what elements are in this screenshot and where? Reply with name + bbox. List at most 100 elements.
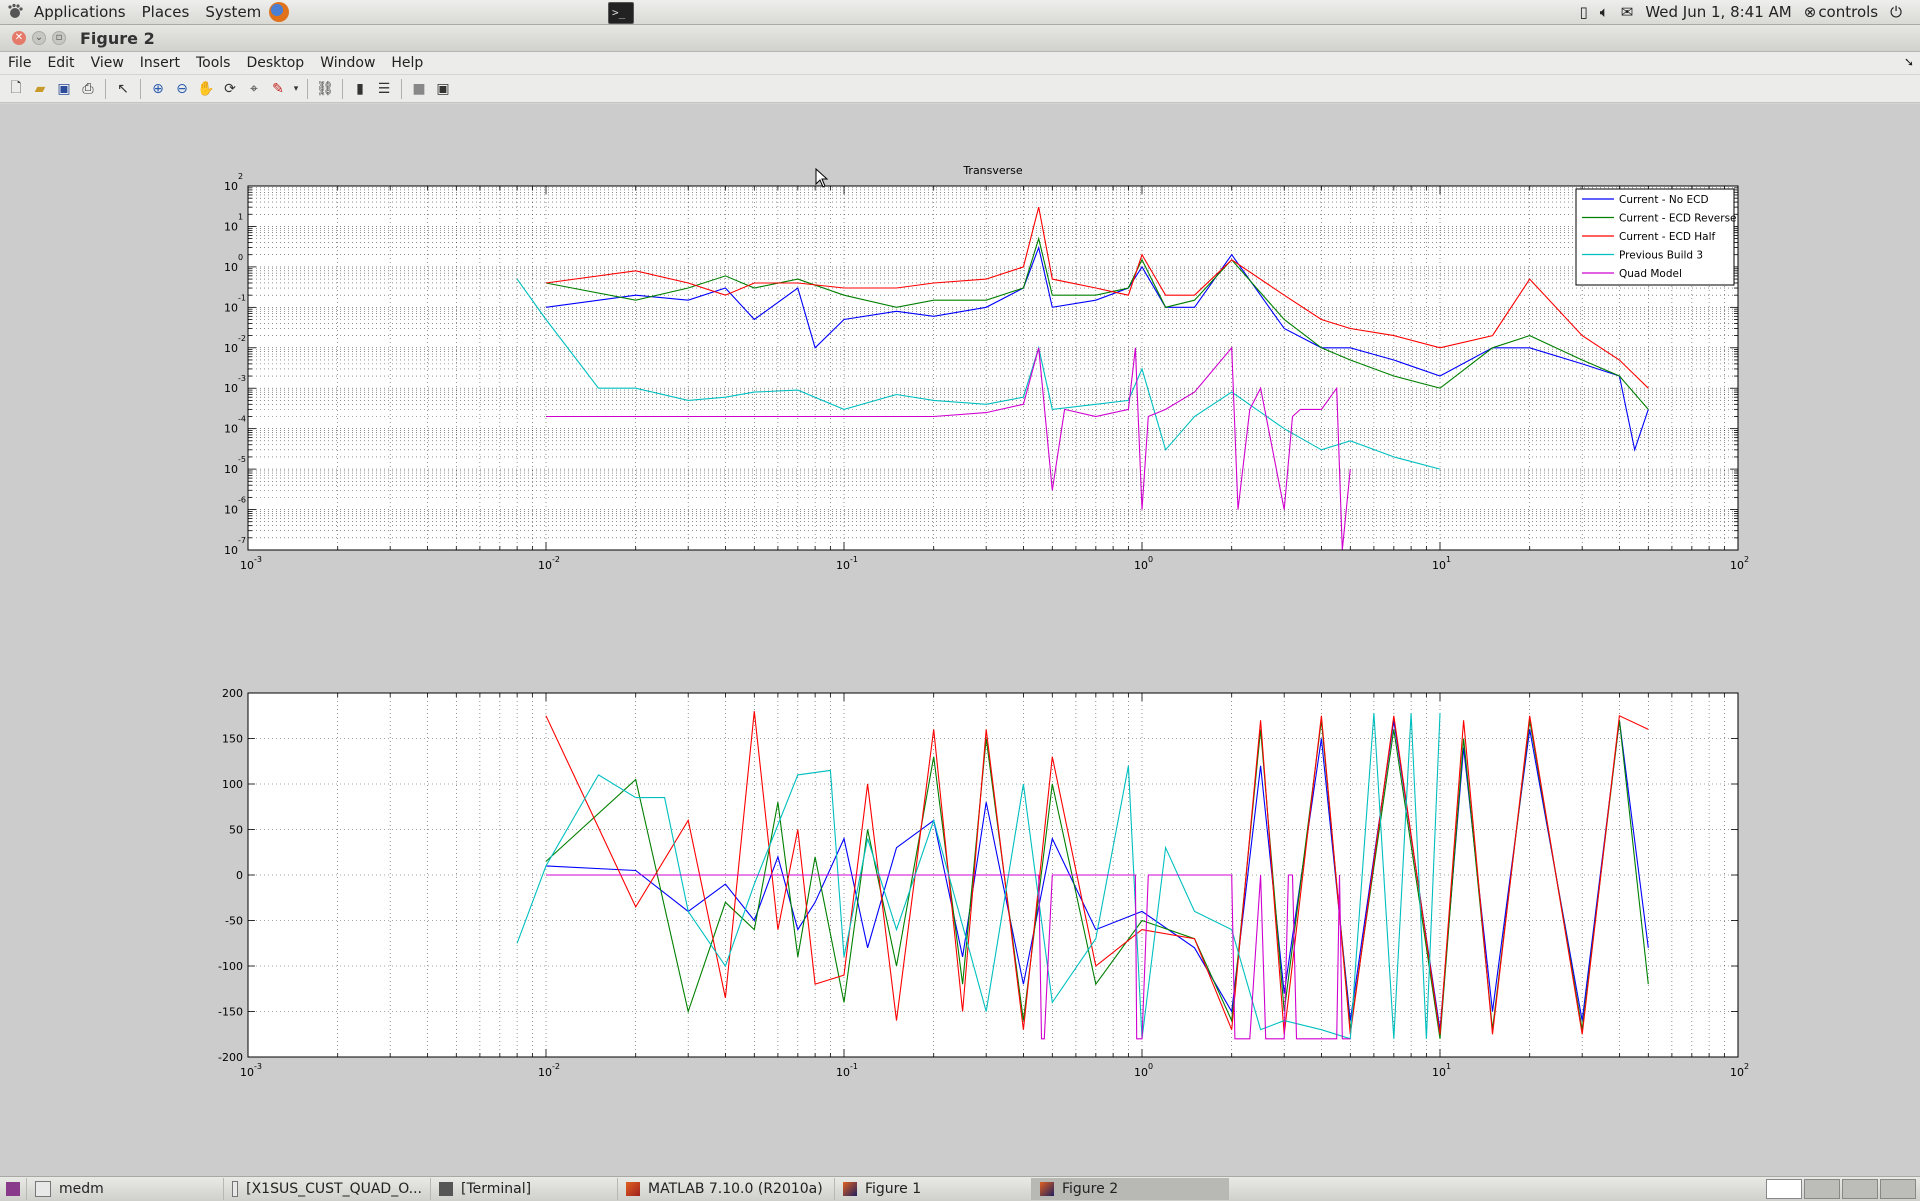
task-figure-2[interactable]: Figure 2 [1032, 1178, 1229, 1200]
y-tick-label: -150 [218, 1006, 243, 1019]
y-tick-label: 200 [222, 687, 243, 700]
window-title: Figure 2 [80, 28, 155, 48]
network-icon[interactable]: ▯ [1579, 3, 1587, 21]
figure-canvas[interactable]: 10 -3 10 -2 10 -1 10 0 10 1 10 2 10 2 10 1 10 0 10 -1 10 -2 10… [0, 104, 1920, 1187]
y-tick-label: 10 [224, 180, 238, 193]
menu-edit[interactable]: Edit [39, 55, 82, 71]
x-tick-label: 10 [1730, 1066, 1744, 1079]
menu-window[interactable]: Window [312, 55, 383, 71]
gnome-foot-icon [8, 3, 23, 18]
new-figure-icon[interactable]: 🗋 [6, 79, 26, 99]
system-tray: ▯ 🔈︎ ✉ Wed Jun 1, 8:41 AM ⊗ controls ⏻ [1573, 0, 1920, 24]
x-tick-label: 10 [1432, 559, 1446, 572]
workspace-4[interactable] [1880, 1179, 1916, 1199]
user-name[interactable]: controls [1818, 3, 1878, 21]
toolbar-separator [105, 78, 106, 99]
menu-bar: File Edit View Insert Tools Desktop Wind… [0, 52, 1920, 74]
x-tick-exponent: 1 [1446, 555, 1451, 564]
menu-desktop[interactable]: Desktop [238, 55, 312, 71]
figure-plots[interactable]: 10 -3 10 -2 10 -1 10 0 10 1 10 210210110010-110-210… [0, 104, 1920, 1187]
print-icon[interactable]: ⎙ [78, 79, 98, 99]
legend: Current - No ECD Current - ECD Reverse Cur… [1575, 188, 1737, 286]
y-tick-label: -50 [225, 915, 243, 928]
y-tick-exponent: -3 [238, 374, 246, 383]
menu-file[interactable]: File [0, 55, 39, 71]
y-tick-label: -200 [218, 1051, 243, 1064]
workspace-switcher[interactable] [1764, 1179, 1916, 1199]
x-tick-exponent: -3 [254, 555, 262, 564]
panel-menus: Applications Places System [0, 0, 290, 24]
open-file-icon[interactable]: ▰ [30, 79, 50, 99]
dock-arrow-icon[interactable]: ➘ [1904, 55, 1914, 69]
zoom-in-icon[interactable]: ⊕ [148, 79, 168, 99]
mouse-cursor-icon [815, 168, 829, 188]
task-medm[interactable]: medm [27, 1178, 224, 1200]
maximize-window-button[interactable]: ▫ [52, 31, 66, 45]
figure-toolbar: 🗋 ▰ ▣ ⎙ ↖ ⊕ ⊖ ✋ ⟳ ⌖ ✎ ▾ ⛓ ▮ ☰ ■ ▣ [0, 75, 1920, 103]
task-figure-1[interactable]: Figure 1 [835, 1178, 1032, 1200]
terminal-launcher-icon[interactable]: >_ [608, 2, 634, 24]
clock[interactable]: Wed Jun 1, 8:41 AM [1645, 3, 1791, 21]
system-menu[interactable]: System [197, 3, 269, 21]
firefox-launcher-icon[interactable] [269, 2, 290, 22]
y-tick-label: 10 [224, 423, 238, 436]
show-desktop-button[interactable] [0, 1178, 27, 1200]
places-menu[interactable]: Places [134, 3, 198, 21]
toolbar-separator [401, 78, 402, 99]
show-plot-tools-icon[interactable]: ▣ [433, 79, 453, 99]
window-titlebar[interactable]: ✕ ⌄ ▫ Figure 2 [0, 25, 1920, 52]
y-tick-label: 10 [224, 342, 238, 355]
colorbar-icon[interactable]: ▮ [350, 79, 370, 99]
x-tick-label: 10 [836, 559, 850, 572]
magnitude-axes: 10 -3 10 -2 10 -1 10 0 10 1 10 210210110010-110-210… [224, 164, 1749, 572]
brush-dropdown-icon[interactable]: ▾ [292, 79, 300, 99]
legend-entry: Current - ECD Reverse [1619, 213, 1737, 225]
rotate-icon[interactable]: ⟳ [220, 79, 240, 99]
brush-icon[interactable]: ✎ [268, 79, 288, 99]
y-tick-label: 10 [224, 544, 238, 557]
task-terminal[interactable]: [Terminal] [431, 1178, 618, 1200]
menu-insert[interactable]: Insert [132, 55, 188, 71]
legend-entry: Quad Model [1619, 268, 1682, 280]
menu-view[interactable]: View [83, 55, 132, 71]
legend-entry: Previous Build 3 [1619, 250, 1703, 262]
y-tick-label: 50 [229, 824, 243, 837]
y-tick-exponent: -6 [238, 496, 246, 505]
x-tick-label: 10 [1432, 1066, 1446, 1079]
task-label: MATLAB 7.10.0 (R2010a) [648, 1181, 823, 1197]
workspace-2[interactable] [1804, 1179, 1840, 1199]
menu-tools[interactable]: Tools [188, 55, 239, 71]
y-tick-exponent: 2 [238, 172, 243, 181]
y-tick-exponent: -7 [238, 536, 246, 545]
menu-help[interactable]: Help [383, 55, 431, 71]
y-tick-label: 150 [222, 733, 243, 746]
power-icon[interactable]: ⏻ [1890, 3, 1902, 21]
pointer-icon[interactable]: ↖ [113, 79, 133, 99]
data-cursor-icon[interactable]: ⌖ [244, 79, 264, 99]
workspace-1[interactable] [1766, 1179, 1802, 1199]
x-tick-exponent: 2 [1744, 1062, 1749, 1071]
save-icon[interactable]: ▣ [54, 79, 74, 99]
pan-icon[interactable]: ✋ [196, 79, 216, 99]
x-tick-label: 10 [240, 1066, 254, 1079]
toolbar-separator [140, 78, 141, 99]
user-status-icon[interactable]: ⊗ [1804, 3, 1817, 21]
y-tick-label: 0 [236, 869, 243, 882]
volume-icon[interactable]: 🔈︎ [1600, 3, 1609, 21]
mail-icon[interactable]: ✉ [1621, 3, 1634, 21]
minimize-window-button[interactable]: ⌄ [32, 31, 46, 45]
zoom-out-icon[interactable]: ⊖ [172, 79, 192, 99]
hide-plot-tools-icon[interactable]: ■ [409, 79, 429, 99]
task-label: Figure 2 [1062, 1181, 1119, 1197]
y-tick-label: -100 [218, 960, 243, 973]
legend-icon[interactable]: ☰ [374, 79, 394, 99]
task-x1sus[interactable]: [X1SUS_CUST_QUAD_O... [224, 1178, 431, 1200]
y-tick-label: 100 [222, 778, 243, 791]
task-label: Figure 1 [865, 1181, 922, 1197]
link-icon[interactable]: ⛓ [315, 79, 335, 99]
x-tick-exponent: 0 [1148, 555, 1153, 564]
task-matlab[interactable]: MATLAB 7.10.0 (R2010a) [618, 1178, 835, 1200]
close-window-button[interactable]: ✕ [12, 31, 26, 45]
applications-menu[interactable]: Applications [26, 3, 134, 21]
workspace-3[interactable] [1842, 1179, 1878, 1199]
